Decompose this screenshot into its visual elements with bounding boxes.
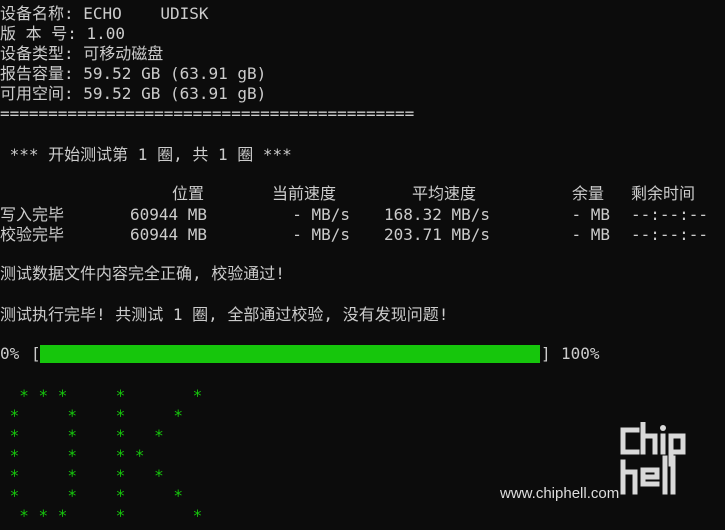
device-version-line: 版 本 号: 1.00: [0, 24, 126, 43]
progress-fill: [40, 345, 540, 363]
header-remaining: 余量: [572, 184, 605, 203]
row-avg-speed: 203.71 MB/s: [384, 225, 490, 244]
device-name-line: 设备名称: ECHO UDISK: [0, 4, 209, 23]
row-time-left: --:--:--: [631, 225, 709, 244]
device-type-line: 设备类型: 可移动磁盘: [0, 44, 164, 63]
watermark-url: www.chiphell.com: [500, 485, 620, 502]
row-label: 校验完毕: [0, 225, 65, 244]
progress-track: [40, 345, 540, 363]
progress-right-label: 100%: [561, 344, 600, 363]
available-space-line: 可用空间: 59.52 GB (63.91 gB): [0, 84, 267, 103]
row-remaining: - MB: [571, 225, 610, 244]
row-position: 60944 MB: [130, 225, 208, 244]
header-current-speed: 当前速度: [272, 184, 337, 203]
row-current-speed: - MB/s: [292, 205, 350, 224]
row-time-left: --:--:--: [631, 205, 709, 224]
progress-left-label: 0%: [0, 344, 20, 363]
header-time-left: 剩余时间: [631, 184, 696, 203]
separator-line: ========================================…: [0, 104, 415, 123]
test-start-line: *** 开始测试第 1 圈, 共 1 圈 ***: [0, 145, 292, 164]
row-position: 60944 MB: [130, 205, 208, 224]
verify-message: 测试数据文件内容完全正确, 校验通过!: [0, 264, 285, 283]
reported-capacity-line: 报告容量: 59.52 GB (63.91 gB): [0, 64, 267, 83]
row-current-speed: - MB/s: [292, 225, 350, 244]
ok-ascii-art: * * * * * * * * * * * * * * * * * * * * …: [9, 386, 203, 525]
progress-bar: 0% [ ] 100%: [0, 343, 725, 365]
row-avg-speed: 168.32 MB/s: [384, 205, 490, 224]
header-avg-speed: 平均速度: [412, 184, 477, 203]
header-position: 位置: [172, 184, 205, 203]
row-remaining: - MB: [571, 205, 610, 224]
chiphell-logo-icon: [620, 422, 686, 495]
done-message: 测试执行完毕! 共测试 1 圈, 全部通过校验, 没有发现问题!: [0, 305, 449, 324]
progress-close-bracket: ]: [541, 344, 551, 363]
row-label: 写入完毕: [0, 205, 65, 224]
